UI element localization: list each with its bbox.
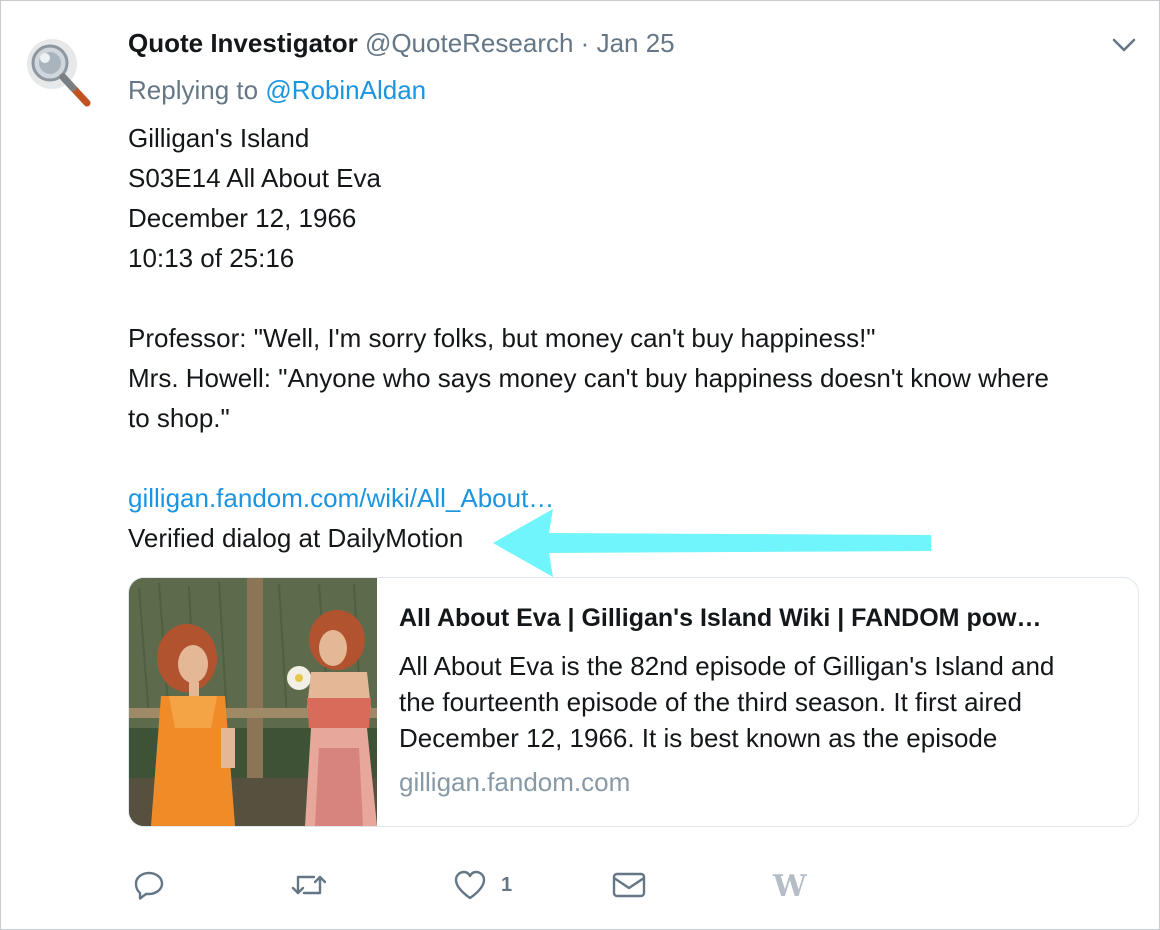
card-description-line: December 12, 1966. It is best known as t… — [399, 723, 998, 753]
author-handle[interactable]: @QuoteResearch — [365, 28, 574, 58]
w-logo-icon[interactable]: W — [773, 869, 807, 904]
link-card[interactable]: All About Eva | Gilligan's Island Wiki |… — [128, 577, 1139, 827]
retweet-button[interactable] — [290, 865, 328, 905]
like-count: 1 — [501, 873, 513, 896]
chevron-down-icon[interactable] — [1109, 35, 1139, 55]
card-description-line: the fourteenth episode of the third seas… — [399, 687, 1022, 717]
tweet-text-line: 10:13 of 25:16 — [128, 243, 295, 273]
author-name[interactable]: Quote Investigator — [128, 28, 358, 58]
reply-button[interactable] — [133, 865, 165, 905]
card-description-line: All About Eva is the 82nd episode of Gil… — [399, 651, 1055, 681]
direct-message-button[interactable] — [612, 865, 646, 905]
replying-mention[interactable]: @RobinAldan — [265, 75, 426, 105]
card-thumbnail[interactable] — [129, 578, 377, 826]
tweet-container: Quote Investigator @QuoteResearch · Jan … — [0, 0, 1160, 930]
tweet-header: Quote Investigator @QuoteResearch · Jan … — [128, 25, 675, 61]
tweet-text-line: Gilligan's Island — [128, 123, 310, 153]
header-separator: · — [580, 28, 590, 58]
retweet-icon — [291, 875, 327, 895]
tweet-text-line: S03E14 All About Eva — [128, 163, 381, 193]
replying-prefix: Replying to — [128, 75, 259, 105]
avatar[interactable] — [23, 37, 93, 109]
replying-to: Replying to @RobinAldan — [128, 71, 426, 109]
card-domain: gilligan.fandom.com — [399, 767, 631, 797]
heart-icon — [454, 870, 486, 900]
tweet-date[interactable]: Jan 25 — [597, 28, 675, 58]
tweet-text-line: to shop." — [128, 403, 230, 433]
card-title[interactable]: All About Eva | Gilligan's Island Wiki |… — [399, 600, 1041, 636]
tweet-text-line: Professor: "Well, I'm sorry folks, but m… — [128, 323, 876, 353]
reply-icon — [134, 871, 164, 900]
tweet-text-line: Mrs. Howell: "Anyone who says money can'… — [128, 363, 1049, 393]
tweet-link[interactable]: gilligan.fandom.com/wiki/All_About… — [128, 478, 554, 518]
annotation-arrow — [493, 509, 935, 577]
verified-dialog-text: Verified dialog at DailyMotion — [128, 523, 464, 553]
envelope-icon — [612, 872, 646, 898]
tweet-text-line: December 12, 1966 — [128, 203, 357, 233]
like-button[interactable]: 1 — [453, 865, 512, 905]
